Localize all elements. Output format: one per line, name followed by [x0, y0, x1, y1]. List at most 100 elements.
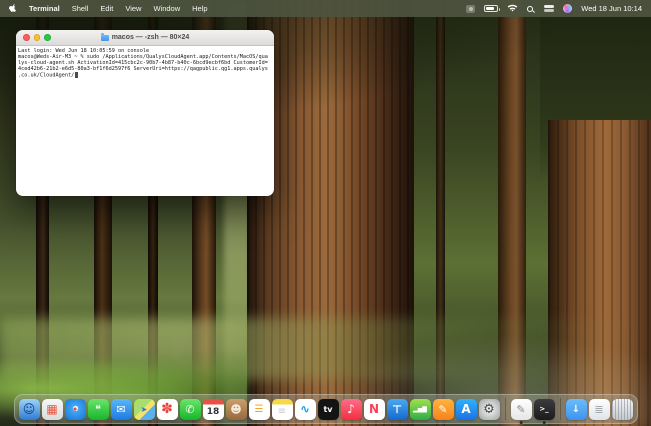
wallpaper-tree-trunk	[436, 0, 445, 426]
finder-icon: ☺	[18, 398, 40, 420]
appstore-glyph: A	[461, 402, 471, 416]
dock-divider	[504, 398, 506, 420]
dock-item-downloads-folder[interactable]: ↓	[565, 398, 587, 420]
downloads-folder-icon: ↓	[565, 398, 587, 420]
menu-bar: Terminal Shell Edit View Window Help Wed 18 J…	[0, 0, 651, 17]
dock-item-numbers[interactable]: ▂▅▇	[409, 398, 431, 420]
terminal-window[interactable]: macos — -zsh — 80×24 Last login: Wed Jun…	[16, 30, 274, 196]
menu-bar-clock[interactable]: Wed 18 Jun 10:14	[581, 4, 642, 13]
dock-item-reminders[interactable]: ☰	[248, 398, 270, 420]
textedit-icon: ✎	[510, 398, 532, 420]
dock-item-mail[interactable]: ✉	[110, 398, 132, 420]
settings-icon: ⚙	[478, 398, 500, 420]
dock-item-settings[interactable]: ⚙	[478, 398, 500, 420]
dock: ☺ ▦ ✦ ❝ ✉ ➤ ✽ ✆ 18 ☻ ☰ ≡ ∿ tv ♪ N ⊤ ▂▅▇ ✎ A ⚙ ✎ >_ ↓ ≣	[13, 394, 638, 424]
wifi-icon[interactable]	[507, 4, 518, 13]
terminal-glyph: >_	[539, 405, 549, 413]
terminal-titlebar[interactable]: macos — -zsh — 80×24	[16, 30, 274, 46]
keynote-icon: ⊤	[386, 398, 408, 420]
terminal-output[interactable]: Last login: Wed Jun 18 10:05:59 on conso…	[16, 46, 274, 79]
documents-stack-icon: ≣	[588, 398, 610, 420]
wallpaper-tree-trunk	[498, 0, 526, 426]
tv-glyph: tv	[323, 404, 333, 414]
dock-item-appstore[interactable]: A	[455, 398, 477, 420]
dock-item-textedit[interactable]: ✎	[510, 398, 532, 424]
wallpaper-sunlit-undergrowth	[0, 318, 651, 380]
dock-item-messages[interactable]: ❝	[87, 398, 109, 420]
dock-item-trash[interactable]	[611, 398, 633, 420]
documents-stack-glyph: ≣	[594, 402, 604, 416]
dock-item-contacts[interactable]: ☻	[225, 398, 247, 420]
running-indicator	[542, 420, 546, 424]
appstore-icon: A	[455, 398, 477, 420]
wallpaper-sequoia-trunk	[548, 120, 651, 426]
terminal-icon: >_	[533, 398, 555, 420]
dock-item-safari[interactable]: ✦	[64, 398, 86, 420]
dock-item-notes[interactable]: ≡	[271, 398, 293, 420]
notes-icon: ≡	[271, 398, 293, 420]
freeform-icon: ∿	[294, 398, 316, 420]
facetime-icon: ✆	[179, 398, 201, 420]
zoom-button[interactable]	[44, 34, 51, 41]
dock-item-tv[interactable]: tv	[317, 398, 339, 420]
dock-item-news[interactable]: N	[363, 398, 385, 420]
menu-help[interactable]: Help	[192, 4, 207, 13]
keynote-glyph: ⊤	[391, 402, 403, 416]
launchpad-icon: ▦	[41, 398, 63, 420]
safari-icon: ✦	[64, 398, 86, 420]
window-title-text: macos — -zsh — 80×24	[111, 34, 190, 41]
dock-divider	[559, 398, 561, 420]
dock-item-freeform[interactable]: ∿	[294, 398, 316, 420]
menu-shell[interactable]: Shell	[72, 4, 89, 13]
status-area: Wed 18 Jun 10:14	[466, 4, 642, 13]
messages-glyph: ❝	[95, 402, 101, 416]
spotlight-search-icon[interactable]	[527, 5, 536, 13]
dock-item-maps[interactable]: ➤	[133, 398, 155, 420]
dock-item-facetime[interactable]: ✆	[179, 398, 201, 420]
mail-glyph: ✉	[116, 402, 126, 416]
pages-glyph: ✎	[438, 402, 448, 416]
menu-window[interactable]: Window	[153, 4, 180, 13]
menu-extra-icon[interactable]	[466, 4, 476, 13]
tv-icon: tv	[317, 398, 339, 420]
dock-item-photos[interactable]: ✽	[156, 398, 178, 420]
terminal-cursor	[75, 72, 79, 78]
minimize-button[interactable]	[33, 34, 40, 41]
notes-glyph: ≡	[277, 405, 287, 417]
wallpaper-forest-background	[414, 0, 554, 426]
facetime-glyph: ✆	[185, 402, 195, 416]
dock-item-pages[interactable]: ✎	[432, 398, 454, 420]
freeform-glyph: ∿	[299, 402, 311, 416]
terminal-line: .co.uk/CloudAgent/	[18, 72, 272, 79]
settings-glyph: ⚙	[483, 401, 495, 417]
calendar-icon: 18	[202, 398, 224, 420]
finder-glyph: ☺	[22, 402, 36, 416]
menu-terminal[interactable]: Terminal	[29, 4, 60, 13]
numbers-glyph: ▂▅▇	[413, 405, 427, 413]
dock-item-terminal[interactable]: >_	[533, 398, 555, 424]
music-icon: ♪	[340, 398, 362, 420]
reminders-icon: ☰	[248, 398, 270, 420]
window-title: macos — -zsh — 80×24	[16, 33, 274, 41]
news-glyph: N	[368, 402, 380, 416]
reminders-glyph: ☰	[254, 403, 264, 415]
downloads-folder-glyph: ↓	[571, 403, 581, 415]
dock-item-documents-stack[interactable]: ≣	[588, 398, 610, 420]
launchpad-glyph: ▦	[46, 402, 58, 416]
photos-icon: ✽	[156, 398, 178, 420]
dock-item-finder[interactable]: ☺	[18, 398, 40, 420]
dock-item-music[interactable]: ♪	[340, 398, 362, 420]
menu-edit[interactable]: Edit	[100, 4, 113, 13]
contacts-icon: ☻	[225, 398, 247, 420]
dock-item-keynote[interactable]: ⊤	[386, 398, 408, 420]
control-center-icon[interactable]	[544, 5, 555, 13]
dock-item-launchpad[interactable]: ▦	[41, 398, 63, 420]
wallpaper-foliage	[540, 0, 651, 180]
maps-icon: ➤	[133, 398, 155, 420]
dock-item-calendar[interactable]: 18	[202, 398, 224, 420]
menu-view[interactable]: View	[125, 4, 141, 13]
battery-icon[interactable]	[484, 5, 501, 12]
apple-menu-icon[interactable]	[9, 4, 18, 14]
siri-icon[interactable]	[563, 4, 573, 13]
close-button[interactable]	[23, 34, 30, 41]
